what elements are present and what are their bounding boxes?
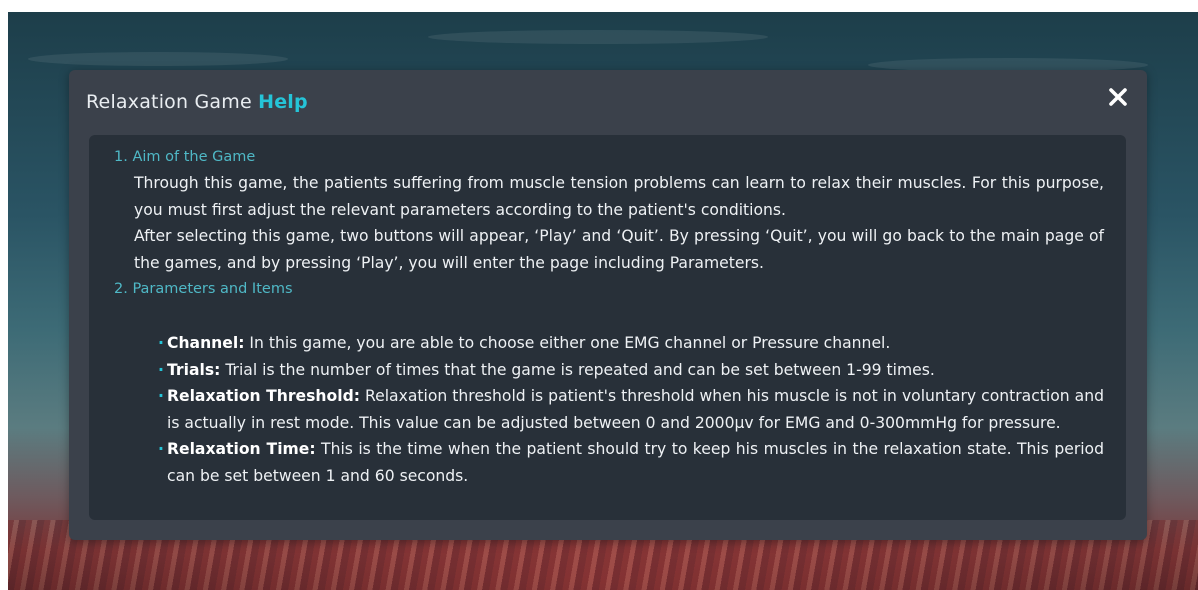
- list-item: · Relaxation Time: This is the time when …: [155, 436, 1104, 489]
- list-item: · Trials: Trial is the number of times th…: [155, 357, 1104, 384]
- game-background: Relaxation Game Help 1. Aim of the Game …: [8, 12, 1198, 590]
- dialog-title: Relaxation Game Help: [86, 91, 308, 113]
- close-button[interactable]: [1105, 84, 1131, 110]
- item-term: Relaxation Threshold:: [167, 387, 360, 405]
- cloud-streak: [428, 30, 768, 44]
- item-term: Relaxation Time:: [167, 440, 316, 458]
- help-dialog: Relaxation Game Help 1. Aim of the Game …: [69, 70, 1147, 540]
- bullet-icon: ·: [158, 360, 164, 379]
- section-title-parameters: 2. Parameters and Items: [114, 281, 293, 297]
- bullet-icon: ·: [158, 440, 164, 458]
- bullet-icon: ·: [158, 334, 164, 352]
- close-icon: [1109, 88, 1127, 106]
- help-content: 1. Aim of the Game Through this game, th…: [89, 135, 1126, 489]
- cloud-streak: [28, 52, 288, 66]
- bullet-icon: ·: [158, 387, 164, 405]
- aim-paragraph: Through this game, the patients sufferin…: [134, 174, 1104, 219]
- dialog-title-accent: Help: [258, 91, 308, 113]
- list-item: · Channel: In this game, you are able to …: [155, 330, 1104, 357]
- dialog-title-text: Relaxation Game: [86, 91, 259, 113]
- parameter-list: · Channel: In this game, you are able to …: [114, 330, 1104, 489]
- item-text: In this game, you are able to choose eit…: [244, 334, 891, 352]
- item-term: Channel:: [167, 334, 245, 352]
- item-term: Trials:: [167, 360, 221, 379]
- item-text: Trial is the number of times that the ga…: [220, 360, 935, 379]
- section-title-aim: 1. Aim of the Game: [114, 149, 256, 165]
- help-content-panel[interactable]: 1. Aim of the Game Through this game, th…: [89, 135, 1126, 520]
- list-item: · Relaxation Threshold: Relaxation thresh…: [155, 383, 1104, 436]
- aim-paragraph: After selecting this game, two buttons w…: [134, 227, 1104, 272]
